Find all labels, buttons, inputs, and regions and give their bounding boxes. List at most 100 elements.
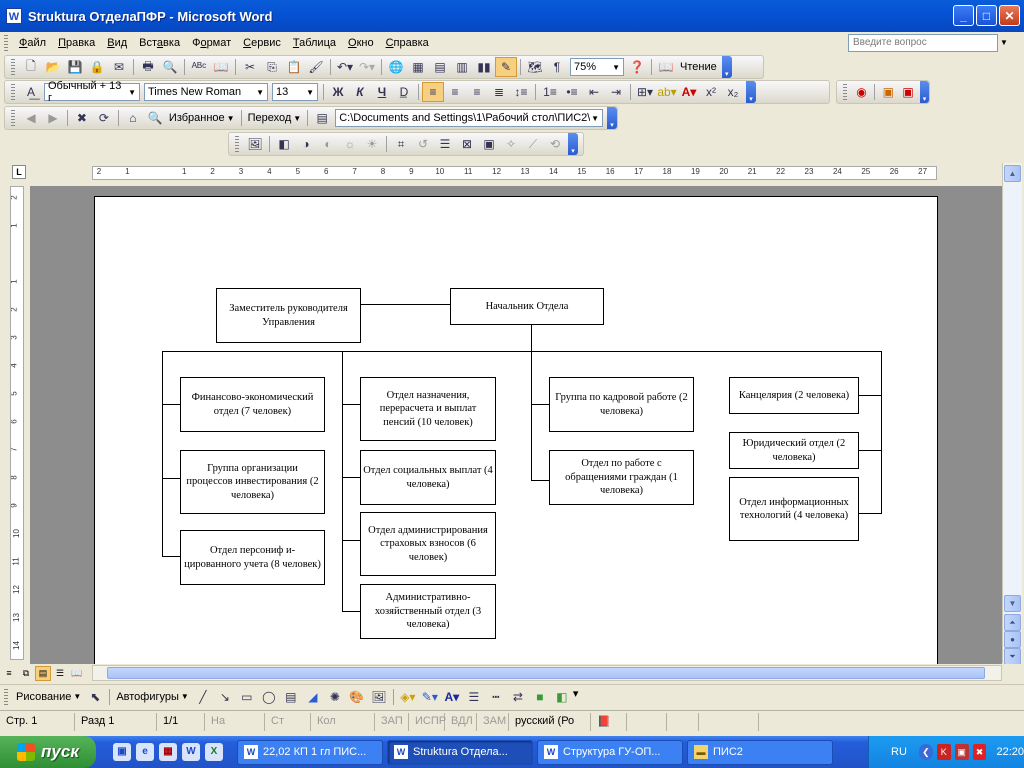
spelling-status-icon[interactable]: 📕 bbox=[591, 712, 627, 731]
read-button[interactable]: Чтение bbox=[677, 61, 720, 73]
align-left-icon[interactable]: ≡ bbox=[422, 82, 444, 102]
status-language[interactable]: русский (Ро bbox=[509, 712, 591, 731]
favorites-menu[interactable]: Избранное bbox=[166, 112, 228, 124]
toolbar-options-icon[interactable]: ▾ bbox=[607, 107, 618, 129]
select-browse-object-icon[interactable]: ● bbox=[1004, 631, 1021, 648]
zoom-select[interactable]: 75% ▼ bbox=[570, 58, 624, 76]
chevron-down-icon[interactable]: ▼ bbox=[290, 114, 304, 123]
menu-edit[interactable]: Правка bbox=[52, 33, 101, 53]
save-icon[interactable]: 💾 bbox=[64, 57, 86, 77]
winrar-icon[interactable]: ▦ bbox=[159, 743, 177, 761]
text-wrapping-icon[interactable]: ▣ bbox=[478, 134, 500, 154]
styles-icon[interactable]: A͟ bbox=[20, 82, 42, 102]
underline-button[interactable]: Ч bbox=[371, 82, 393, 102]
font-size-select[interactable]: 13 ▼ bbox=[272, 83, 318, 101]
tray-app-icon[interactable]: ▣ bbox=[954, 744, 969, 760]
scroll-thumb[interactable] bbox=[1004, 183, 1021, 613]
less-contrast-icon[interactable]: ◐ bbox=[317, 134, 339, 154]
insert-excel-icon[interactable]: ▥ bbox=[451, 57, 473, 77]
orgchart-box-dept[interactable]: Отдел назначения, перерасчета и выплат п… bbox=[360, 377, 496, 441]
grip-handle[interactable] bbox=[4, 35, 8, 51]
pdf-convert-icon[interactable]: ▣ bbox=[878, 82, 898, 102]
arrow-icon[interactable]: ↘ bbox=[214, 687, 236, 707]
crop-icon[interactable]: ⌗ bbox=[390, 134, 412, 154]
excel-icon[interactable]: X bbox=[205, 743, 223, 761]
line-icon[interactable]: ╱ bbox=[192, 687, 214, 707]
drawing-icon[interactable]: ✎ bbox=[495, 57, 517, 77]
arrow-style-icon[interactable]: ⇄ bbox=[507, 687, 529, 707]
scroll-up-icon[interactable]: ▲ bbox=[1004, 165, 1021, 182]
grip-handle[interactable] bbox=[11, 110, 15, 126]
borders-icon[interactable]: ⊞▾ bbox=[634, 82, 656, 102]
help-icon[interactable]: ❓ bbox=[626, 57, 648, 77]
show-web-toolbar-icon[interactable]: ▤ bbox=[311, 108, 333, 128]
stop-icon[interactable]: ✖ bbox=[71, 108, 93, 128]
refresh-icon[interactable]: ⟳ bbox=[93, 108, 115, 128]
outline-view-icon[interactable]: ☰ bbox=[52, 666, 68, 681]
status-rec[interactable]: ЗАП bbox=[375, 712, 409, 731]
tab-stop-selector[interactable]: L bbox=[12, 165, 26, 179]
language-indicator[interactable]: RU bbox=[891, 746, 907, 758]
email-icon[interactable]: ✉ bbox=[108, 57, 130, 77]
color-icon[interactable]: ◧ bbox=[273, 134, 295, 154]
hyperlink-icon[interactable]: 🌐 bbox=[385, 57, 407, 77]
orgchart-box-dept[interactable]: Группа по кадровой работе (2 человека) bbox=[549, 377, 694, 432]
font-color-icon[interactable]: A▾ bbox=[678, 82, 700, 102]
toolbar-options-icon[interactable]: ▾ bbox=[920, 81, 930, 103]
menu-help[interactable]: Справка bbox=[380, 33, 435, 53]
forward-icon[interactable]: ▶ bbox=[42, 108, 64, 128]
line-style-icon[interactable]: ☰ bbox=[434, 134, 456, 154]
draw-menu[interactable]: Рисование bbox=[13, 691, 74, 703]
3d-icon[interactable]: ◧ bbox=[551, 687, 573, 707]
decrease-indent-icon[interactable]: ⇤ bbox=[583, 82, 605, 102]
chevron-down-icon[interactable]: ▼ bbox=[998, 34, 1010, 52]
chevron-down-icon[interactable]: ▼ bbox=[178, 692, 192, 701]
diagram-icon[interactable]: ✺ bbox=[324, 687, 346, 707]
reset-picture-icon[interactable]: ⟲ bbox=[544, 134, 566, 154]
menu-view[interactable]: Вид bbox=[101, 33, 133, 53]
italic-button[interactable]: К bbox=[349, 82, 371, 102]
toolbar-options-icon[interactable]: ▾ bbox=[721, 56, 732, 78]
status-ext[interactable]: ВДЛ bbox=[445, 712, 477, 731]
home-icon[interactable]: ⌂ bbox=[122, 108, 144, 128]
show-desktop-icon[interactable]: ▣ bbox=[113, 743, 131, 761]
line-spacing-icon[interactable]: ↕≡ bbox=[510, 82, 532, 102]
address-input[interactable]: C:\Documents and Settings\1\Рабочий стол… bbox=[335, 109, 604, 127]
reading-icon[interactable]: 📖 bbox=[655, 57, 677, 77]
grip-handle[interactable] bbox=[235, 136, 239, 152]
format-painter-icon[interactable]: 🖌 bbox=[305, 57, 327, 77]
web-view-icon[interactable]: ⧉ bbox=[18, 666, 34, 681]
rectangle-icon[interactable]: ▭ bbox=[236, 687, 258, 707]
scroll-down-icon[interactable]: ▼ bbox=[1004, 595, 1021, 612]
permission-icon[interactable]: 🔒 bbox=[86, 57, 108, 77]
taskbar-item[interactable]: W Структура ГУ-ОП... bbox=[537, 739, 683, 765]
style-select[interactable]: Обычный + 13 г ▼ bbox=[44, 80, 140, 104]
font-color-icon[interactable]: A▾ bbox=[441, 687, 463, 707]
oval-icon[interactable]: ◯ bbox=[258, 687, 280, 707]
chevron-down-icon[interactable]: ▼ bbox=[70, 692, 84, 701]
shadow-icon[interactable]: ■ bbox=[529, 687, 551, 707]
format-picture-icon[interactable]: ✧ bbox=[500, 134, 522, 154]
increase-indent-icon[interactable]: ⇥ bbox=[605, 82, 627, 102]
copy-icon[interactable]: ⎘ bbox=[261, 57, 283, 77]
more-brightness-icon[interactable]: ☼ bbox=[339, 134, 361, 154]
print-preview-icon[interactable]: 🔍 bbox=[159, 57, 181, 77]
numbering-icon[interactable]: 1≡ bbox=[539, 82, 561, 102]
prev-page-icon[interactable]: ⏶ bbox=[1004, 614, 1021, 631]
orgchart-box-dept[interactable]: Отдел социальных выплат (4 человека) bbox=[360, 450, 496, 505]
acrobat-icon[interactable]: ◉ bbox=[852, 82, 872, 102]
clipart-icon[interactable]: 🎨 bbox=[346, 687, 368, 707]
picture-icon[interactable]: 🖼 bbox=[368, 687, 390, 707]
toolbar-options-icon[interactable]: ▾ bbox=[746, 81, 756, 103]
redo-icon[interactable]: ↷▾ bbox=[356, 57, 378, 77]
scroll-thumb[interactable] bbox=[107, 667, 985, 679]
paste-icon[interactable]: 📋 bbox=[283, 57, 305, 77]
help-search-input[interactable]: Введите вопрос bbox=[848, 34, 998, 52]
spelling-icon[interactable]: ᴬᴮᶜ bbox=[188, 57, 210, 77]
research-icon[interactable]: 📖 bbox=[210, 57, 232, 77]
back-icon[interactable]: ◀ bbox=[20, 108, 42, 128]
search-web-icon[interactable]: 🔍 bbox=[144, 108, 166, 128]
wordart-icon[interactable]: ◢ bbox=[302, 687, 324, 707]
taskbar-item[interactable]: W 22,02 КП 1 гл ПИС... bbox=[237, 739, 383, 765]
menu-format[interactable]: Формат bbox=[186, 33, 237, 53]
